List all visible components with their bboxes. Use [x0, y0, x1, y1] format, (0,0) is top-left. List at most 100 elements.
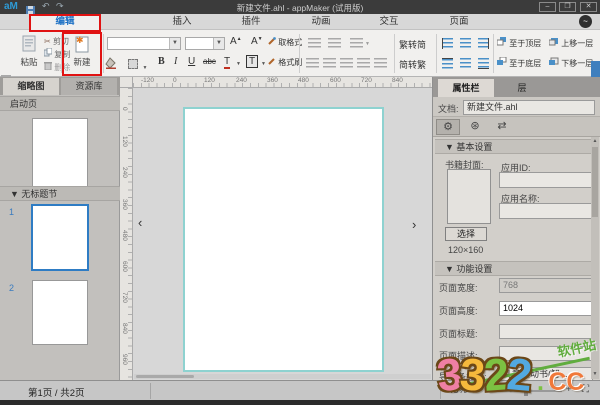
- vertical-ruler: 0 120 240 360 480 600 720 840 960: [120, 88, 133, 380]
- swap-arrows-icon[interactable]: ⇄: [490, 119, 514, 135]
- scrollbar-thumb[interactable]: [592, 147, 598, 217]
- bring-to-front-label: 至于顶层: [509, 39, 541, 48]
- chevron-down-icon: ▼: [142, 65, 147, 71]
- wheel-icon[interactable]: ⊛: [463, 119, 487, 135]
- horizontal-scrollbar[interactable]: [134, 374, 431, 379]
- align-objects-hcenter-icon[interactable]: [460, 38, 471, 49]
- align-left-icon[interactable]: [323, 58, 336, 69]
- scissors-icon: ✂: [44, 37, 51, 46]
- startup-page-thumbnail[interactable]: [32, 118, 88, 188]
- gear-icon[interactable]: ⚙: [436, 119, 460, 135]
- page-width-field: 768: [499, 278, 593, 293]
- align-objects-vcenter-icon[interactable]: [460, 58, 471, 69]
- page-height-field[interactable]: 1024: [499, 301, 593, 316]
- send-to-back-label: 至于底层: [509, 59, 541, 68]
- align-justify-icon[interactable]: [374, 58, 387, 69]
- ruler-label: 840: [121, 323, 128, 334]
- startup-page-header[interactable]: 启动页: [0, 96, 120, 111]
- bold-button[interactable]: B: [158, 56, 165, 67]
- maximize-button[interactable]: ❐: [559, 2, 576, 12]
- app-name-field[interactable]: [499, 203, 593, 219]
- page-thumbnail-1[interactable]: [31, 204, 89, 271]
- tab-interaction[interactable]: 交互: [354, 14, 424, 30]
- minimize-button[interactable]: –: [539, 2, 556, 12]
- pick-format-button[interactable]: 取格式: [268, 36, 302, 49]
- align-center-icon[interactable]: [340, 58, 353, 69]
- close-button[interactable]: ✕: [580, 2, 597, 12]
- up-triangle-icon: ▲: [237, 36, 242, 42]
- font-family-select[interactable]: ▼: [107, 37, 181, 50]
- chevron-down-icon: ▼: [169, 38, 180, 49]
- align-objects-top-icon[interactable]: [442, 58, 453, 69]
- tab-properties[interactable]: 属性栏: [438, 79, 494, 97]
- ruler-label: 240: [236, 77, 247, 84]
- page-width-label: 页面宽度:: [439, 281, 478, 294]
- annotation-box-new-button: [62, 32, 102, 76]
- underline-button[interactable]: U: [188, 56, 195, 67]
- paste-button[interactable]: 粘贴: [12, 33, 46, 74]
- bring-to-front-button[interactable]: 至于顶层: [497, 37, 541, 50]
- select-cover-button[interactable]: 选择: [445, 227, 487, 241]
- strikethrough-button[interactable]: abc: [203, 57, 216, 66]
- ruler-label: 0: [121, 107, 128, 111]
- align-objects-right-icon[interactable]: [478, 38, 489, 49]
- eyedropper-icon: [268, 38, 276, 47]
- chevron-down-icon: ▼: [213, 38, 224, 49]
- ruler-label: -120: [141, 77, 154, 84]
- page-height-label: 页面高度:: [439, 304, 478, 317]
- watermark-3322cc: 软件站 3 3 2 2 . CC: [437, 340, 600, 402]
- increase-indent-icon[interactable]: [328, 38, 341, 49]
- untitled-section-header[interactable]: ▼ 无标题节: [0, 186, 120, 201]
- horizontal-ruler: -120 0 120 240 360 480 600 720 840: [133, 77, 432, 88]
- tab-thumbnails[interactable]: 缩略图: [3, 78, 59, 95]
- italic-button[interactable]: I: [174, 56, 177, 67]
- panel-tab-strip: 属性栏 层: [433, 77, 600, 97]
- shrink-font-button[interactable]: A▼: [251, 36, 263, 47]
- bullet-list-icon[interactable]: [306, 58, 319, 69]
- tab-resource-library[interactable]: 资源库: [61, 78, 117, 95]
- border-style-button[interactable]: ▼: [128, 56, 148, 70]
- traditional-to-simplified-button[interactable]: 繁转简: [399, 38, 426, 51]
- align-right-icon[interactable]: [357, 58, 370, 69]
- previous-page-arrow[interactable]: ‹: [138, 215, 142, 230]
- grow-font-button[interactable]: A▲: [230, 36, 242, 47]
- font-size-select[interactable]: ▼: [185, 37, 225, 50]
- scroll-up-icon[interactable]: ▲: [591, 137, 599, 146]
- simplified-to-traditional-button[interactable]: 简转繁: [399, 58, 426, 71]
- move-up-layer-button[interactable]: 上移一层: [549, 37, 593, 50]
- annotation-box-edit-tab: [29, 14, 101, 32]
- move-down-layer-label: 下移一层: [561, 59, 593, 68]
- decrease-indent-icon[interactable]: [308, 38, 321, 49]
- help-icon[interactable]: ~: [579, 15, 592, 28]
- tab-animation[interactable]: 动画: [286, 14, 356, 30]
- document-row: 文档: 新建文件.ahl: [433, 97, 600, 117]
- pages-sidebar: 缩略图 资源库 启动页 ▼ 无标题节 1 2: [0, 77, 120, 380]
- ruler-label: 720: [361, 77, 372, 84]
- ruler-label: 840: [392, 77, 403, 84]
- align-objects-bottom-icon[interactable]: [478, 58, 489, 69]
- function-settings-header[interactable]: ▼ 功能设置: [435, 261, 591, 276]
- move-down-layer-button[interactable]: 下移一层: [549, 57, 593, 70]
- book-cover-thumbnail[interactable]: [447, 169, 491, 224]
- paste-icon: [12, 35, 46, 55]
- tab-plugins[interactable]: 插件: [216, 14, 286, 30]
- text-color-button[interactable]: T: [224, 56, 230, 69]
- text-highlight-button[interactable]: T: [246, 55, 258, 68]
- tab-insert[interactable]: 插入: [147, 14, 217, 30]
- align-objects-left-icon[interactable]: [442, 38, 453, 49]
- next-page-arrow[interactable]: ›: [412, 217, 416, 232]
- format-painter-button[interactable]: 格式刷: [268, 56, 302, 69]
- app-id-field[interactable]: [499, 172, 593, 188]
- ruler-label: 360: [267, 77, 278, 84]
- ruler-label: 360: [121, 199, 128, 210]
- send-to-back-button[interactable]: 至于底层: [497, 57, 541, 70]
- basic-settings-header[interactable]: ▼ 基本设置: [435, 139, 591, 154]
- move-up-layer-label: 上移一层: [561, 39, 593, 48]
- fill-color-button[interactable]: ▼: [105, 56, 125, 70]
- tab-layers[interactable]: 层: [494, 79, 550, 97]
- document-name-field[interactable]: 新建文件.ahl: [463, 100, 595, 115]
- page-thumbnail-2[interactable]: [32, 280, 88, 345]
- line-spacing-icon[interactable]: [350, 38, 363, 49]
- tab-page[interactable]: 页面: [424, 14, 494, 30]
- design-page[interactable]: [183, 107, 384, 372]
